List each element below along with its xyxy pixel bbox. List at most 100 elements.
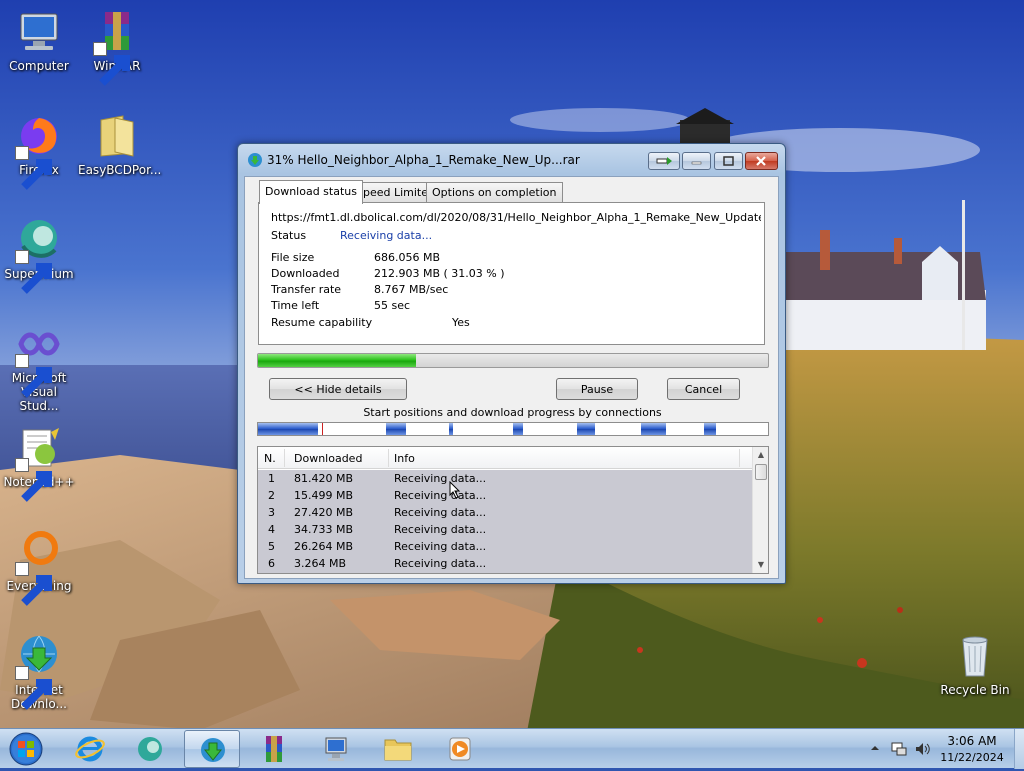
connections-list[interactable]: N. Downloaded Info 1 81.420 MB Receiving d… [257, 446, 769, 574]
recycle-bin-icon [951, 632, 999, 680]
column-header-downloaded[interactable]: Downloaded [294, 452, 362, 465]
time-left-value: 55 sec [374, 299, 411, 312]
desktop-icon-computer[interactable]: Computer [0, 8, 78, 73]
shortcut-arrow-icon [15, 354, 52, 398]
taskbar-media-player[interactable] [432, 730, 488, 768]
connection-info: Receiving data... [394, 540, 487, 553]
table-row[interactable]: 1 81.420 MB Receiving data... [258, 470, 752, 487]
desktop-icon-internet-download-manager[interactable]: Internet Downlo... [0, 632, 78, 711]
download-progress-window: 31% Hello_Neighbor_Alpha_1_Remake_New_Up… [237, 143, 786, 584]
mouse-cursor-icon [449, 481, 461, 499]
scroll-down-arrow-icon[interactable]: ▼ [753, 557, 768, 573]
monitor-icon [325, 737, 347, 761]
visual-studio-icon [15, 320, 63, 398]
taskbar-internet-explorer[interactable] [62, 730, 118, 768]
minimize-button[interactable] [682, 152, 711, 170]
desktop-icon-everything[interactable]: Everything [0, 528, 78, 606]
shortcut-arrow-icon [15, 458, 52, 502]
resume-capability-value: Yes [452, 316, 470, 329]
table-row[interactable]: 4 34.733 MB Receiving data... [258, 521, 752, 538]
connection-downloaded: 3.264 MB [294, 557, 347, 570]
network-icon[interactable] [890, 740, 908, 758]
taskbar: 3:06 AM 11/22/2024 [0, 728, 1024, 769]
maximize-button[interactable] [714, 152, 743, 170]
column-header-n[interactable]: N. [264, 452, 276, 465]
supermium-icon [15, 216, 63, 294]
cancel-button[interactable]: Cancel [667, 378, 740, 400]
idm-icon [15, 632, 63, 710]
column-header-info[interactable]: Info [394, 452, 415, 465]
connection-info: Receiving data... [394, 506, 487, 519]
taskbar-winrar[interactable] [246, 730, 302, 768]
time-left-label: Time left [271, 299, 320, 312]
taskbar-internet-download-manager[interactable] [184, 730, 240, 768]
downloaded-label: Downloaded [271, 267, 340, 280]
connections-progress-bar [257, 422, 769, 436]
desktop-icon-recycle-bin[interactable]: Recycle Bin [936, 632, 1014, 697]
windows-logo-icon [9, 732, 43, 766]
notepad-plus-plus-icon [15, 424, 63, 502]
connection-downloaded: 27.420 MB [294, 506, 354, 519]
desktop-icon-notepad-plus-plus[interactable]: Notepad++ [0, 424, 78, 502]
list-vertical-scrollbar[interactable]: ▲ ▼ [752, 447, 768, 573]
table-row[interactable]: 5 26.264 MB Receiving data... [258, 538, 752, 555]
everything-search-icon [15, 528, 63, 606]
idm-icon [201, 738, 225, 762]
connection-number: 3 [268, 506, 275, 519]
desktop-icon-supermium[interactable]: Supermium [0, 216, 78, 294]
close-button[interactable] [745, 152, 778, 170]
hide-details-button[interactable]: << Hide details [269, 378, 407, 400]
desktop-icon-visual-studio[interactable]: Microsoft Visual Stud... [0, 320, 78, 413]
winrar-icon [266, 736, 282, 762]
scrollbar-thumb[interactable] [755, 464, 767, 480]
connection-progress-segment [449, 423, 453, 435]
show-hidden-icons-icon[interactable] [870, 743, 880, 753]
start-button[interactable] [6, 730, 46, 768]
shortcut-arrow-icon [15, 250, 52, 294]
tab-download-status[interactable]: Download status [259, 180, 363, 204]
internet-explorer-icon [75, 736, 105, 762]
clock-time[interactable]: 3:06 AM [942, 734, 1002, 748]
connection-info: Receiving data... [394, 523, 487, 536]
desktop-icon-winrar[interactable]: WinRAR [78, 8, 156, 86]
connections-caption: Start positions and download progress by… [363, 406, 662, 419]
table-row[interactable]: 2 15.499 MB Receiving data... [258, 487, 752, 504]
connection-number: 1 [268, 472, 275, 485]
taskbar-remote-desktop[interactable] [308, 730, 364, 768]
pause-button[interactable]: Pause [556, 378, 638, 400]
move-to-tray-button[interactable] [648, 152, 680, 170]
connection-progress-segment [641, 423, 666, 435]
connection-number: 2 [268, 489, 275, 502]
connection-number: 6 [268, 557, 275, 570]
clock-date[interactable]: 11/22/2024 [936, 751, 1008, 764]
column-divider[interactable] [284, 449, 285, 467]
connection-number: 5 [268, 540, 275, 553]
shortcut-arrow-icon [15, 562, 52, 606]
downloaded-value: 212.903 MB ( 31.03 % ) [374, 267, 505, 280]
taskbar-file-explorer[interactable] [370, 730, 426, 768]
taskbar-supermium[interactable] [122, 730, 178, 768]
column-divider[interactable] [388, 449, 389, 467]
status-label: Status [271, 229, 307, 242]
window-title: 31% Hello_Neighbor_Alpha_1_Remake_New_Up… [267, 153, 580, 167]
table-row[interactable]: 6 3.264 MB Receiving data... [258, 555, 752, 572]
connection-info: Receiving data... [394, 472, 487, 485]
download-progress-bar [257, 353, 769, 368]
window-client-area: Download status Speed Limiter Options on… [244, 176, 779, 579]
scroll-up-arrow-icon[interactable]: ▲ [753, 447, 768, 463]
window-titlebar[interactable]: 31% Hello_Neighbor_Alpha_1_Remake_New_Up… [238, 144, 785, 174]
volume-icon[interactable] [914, 740, 932, 758]
download-progress-fill [258, 354, 416, 367]
system-tray: 3:06 AM 11/22/2024 [864, 729, 1024, 769]
desktop-icon-firefox[interactable]: Firefox [0, 112, 78, 190]
show-desktop-button[interactable] [1014, 729, 1024, 769]
column-divider[interactable] [739, 449, 740, 467]
list-body: 1 81.420 MB Receiving data... 2 15.499 MB Rec… [258, 470, 752, 573]
shortcut-arrow-icon [15, 666, 52, 710]
table-row[interactable]: 3 27.420 MB Receiving data... [258, 504, 752, 521]
tab-options-on-completion[interactable]: Options on completion [426, 182, 563, 203]
shortcut-arrow-icon [15, 146, 52, 190]
shortcut-arrow-icon [93, 42, 130, 86]
desktop-icon-easybcd[interactable]: EasyBCDPor... [78, 112, 161, 177]
minimize-icon [691, 161, 702, 165]
